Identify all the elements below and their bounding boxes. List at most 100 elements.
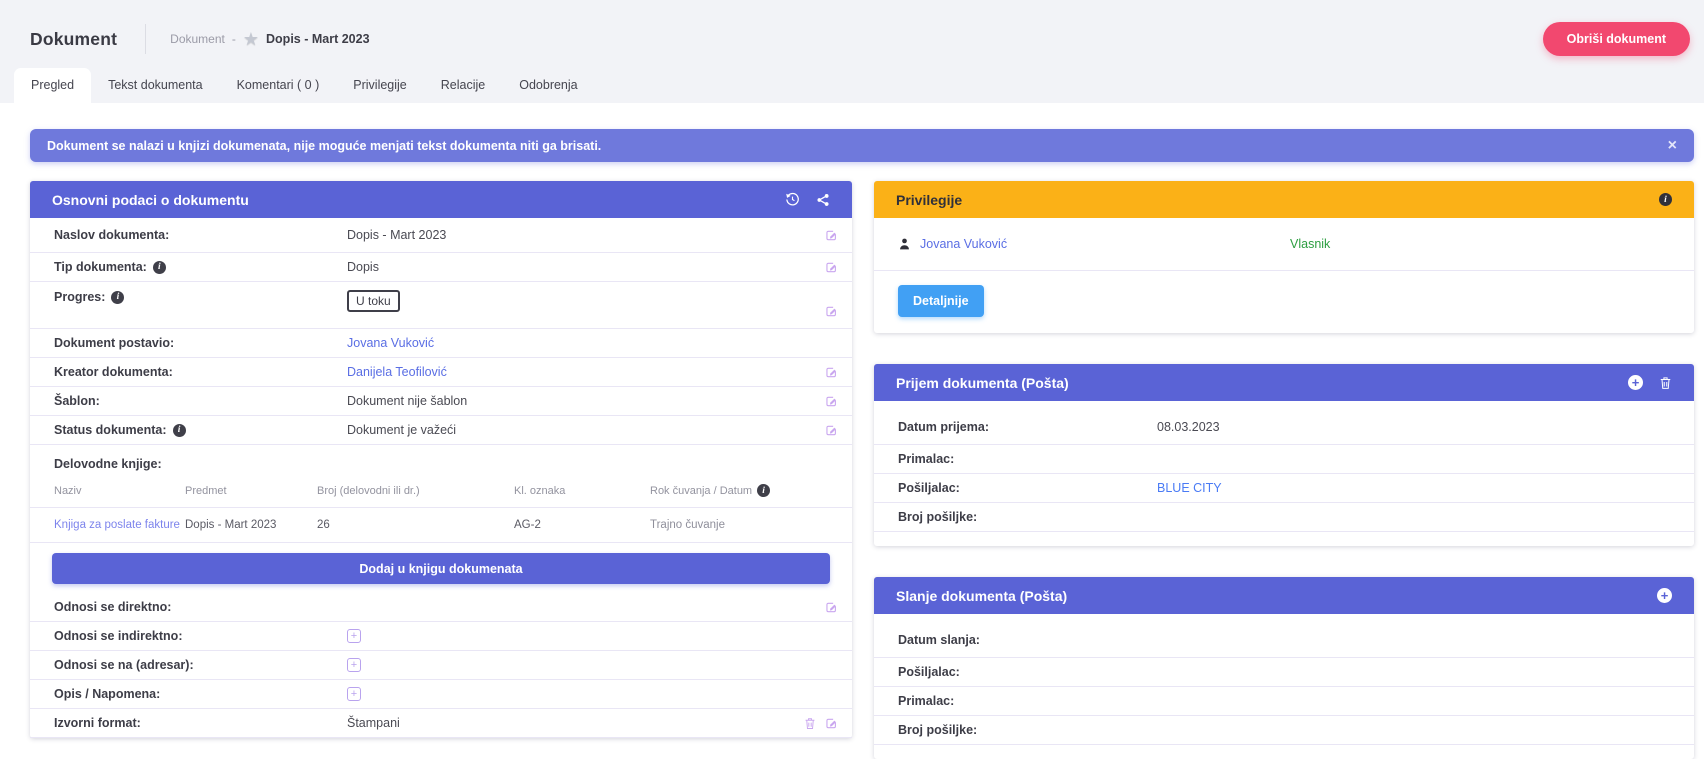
field-label: Odnosi se na (adresar):	[54, 658, 347, 672]
field-row-kreator: Kreator dokumenta: Danijela Teofilović	[30, 358, 852, 387]
field-row-adresar: Odnosi se na (adresar): +	[30, 651, 852, 680]
trash-icon[interactable]	[804, 717, 816, 730]
trash-icon[interactable]	[1659, 376, 1672, 390]
field-label: Status dokumenta:	[54, 423, 167, 437]
info-icon[interactable]: i	[1659, 193, 1672, 206]
add-plus-icon[interactable]: +	[347, 629, 361, 643]
privilege-user-link[interactable]: Jovana Vuković	[920, 237, 1007, 251]
field-value: Dopis - Mart 2023	[347, 228, 446, 242]
page-header: Dokument Dokument - ★ Dopis - Mart 2023 …	[0, 0, 1704, 103]
field-row-broj-posiljke: Broj pošiljke:	[874, 503, 1694, 532]
field-label: Progres:	[54, 290, 105, 304]
privileges-card-header: Privilegije i	[874, 181, 1694, 218]
tab-odobrenja[interactable]: Odobrenja	[502, 68, 594, 103]
user-link[interactable]: Jovana Vuković	[347, 336, 434, 350]
field-row-naslov: Naslov dokumenta: Dopis - Mart 2023	[30, 218, 852, 253]
ledger-col-kl-oznaka: Kl. oznaka	[514, 476, 650, 507]
delete-document-button[interactable]: Obriši dokument	[1543, 22, 1690, 56]
ledger-section-label: Delovodne knjige:	[30, 445, 852, 475]
user-link[interactable]: Danijela Teofilović	[347, 365, 447, 379]
field-row-izvorni: Izvorni format: Štampani	[30, 709, 852, 738]
header-divider	[145, 24, 146, 54]
history-icon[interactable]	[785, 192, 800, 207]
tab-komentari[interactable]: Komentari ( 0 )	[220, 68, 337, 103]
breadcrumb: Dokument - ★ Dopis - Mart 2023	[170, 30, 369, 48]
privilege-row: Jovana Vuković Vlasnik	[874, 218, 1694, 271]
field-row-progres: Progres: i U toku	[30, 282, 852, 329]
breadcrumb-root[interactable]: Dokument	[170, 32, 225, 46]
ledger-cell-predmet: Dopis - Mart 2023	[185, 508, 317, 542]
field-value: 08.03.2023	[1157, 420, 1220, 434]
sender-link[interactable]: BLUE CITY	[1157, 481, 1222, 495]
field-row-primalac: Primalac:	[874, 445, 1694, 474]
breadcrumb-separator: -	[232, 32, 236, 46]
privileges-card-title: Privilegije	[896, 192, 962, 208]
field-row-indirektno: Odnosi se indirektno: +	[30, 622, 852, 651]
info-icon[interactable]: i	[173, 424, 186, 437]
field-label: Pošiljalac:	[898, 665, 1157, 679]
field-label: Datum prijema:	[898, 420, 1157, 434]
info-icon[interactable]: i	[757, 484, 770, 497]
mail-receive-card: Prijem dokumenta (Pošta) + Datum prijema…	[874, 364, 1694, 546]
main-content: Dokument se nalazi u knjizi dokumenata, …	[0, 103, 1704, 731]
field-label: Odnosi se indirektno:	[54, 629, 347, 643]
tab-tekst-dokumenta[interactable]: Tekst dokumenta	[91, 68, 220, 103]
tab-pregled[interactable]: Pregled	[14, 68, 91, 103]
edit-icon[interactable]	[825, 305, 838, 323]
field-value: Dokument nije šablon	[347, 394, 467, 408]
ledger-col-predmet: Predmet	[185, 476, 317, 507]
tab-bar: Pregled Tekst dokumenta Komentari ( 0 ) …	[0, 68, 1704, 103]
field-value: Štampani	[347, 716, 400, 730]
mail-receive-card-title: Prijem dokumenta (Pošta)	[896, 375, 1069, 391]
field-value: Dokument je važeći	[347, 423, 456, 437]
ledger-cell-broj: 26	[317, 508, 514, 542]
document-basic-info-card: Osnovni podaci o dokumentu Naslov dokume…	[30, 181, 852, 738]
add-circle-icon[interactable]: +	[1657, 588, 1672, 603]
info-icon[interactable]: i	[153, 261, 166, 274]
right-column: Privilegije i Jovana Vuković Vlasnik Det…	[874, 181, 1694, 759]
favorite-star-icon[interactable]: ★	[243, 30, 259, 48]
ledger-table-header: Naziv Predmet Broj (delovodni ili dr.) K…	[30, 475, 852, 508]
details-button[interactable]: Detaljnije	[898, 285, 984, 317]
field-label: Datum slanja:	[898, 633, 1157, 647]
info-icon[interactable]: i	[111, 291, 124, 304]
share-icon[interactable]	[816, 193, 830, 207]
edit-icon[interactable]	[825, 366, 838, 379]
edit-icon[interactable]	[825, 424, 838, 437]
progress-chip: U toku	[347, 290, 400, 312]
page-title: Dokument	[30, 29, 117, 50]
field-row-posiljalac: Pošiljalac: BLUE CITY	[874, 474, 1694, 503]
edit-icon[interactable]	[825, 229, 838, 242]
field-label: Broj pošiljke:	[898, 510, 1157, 524]
edit-icon[interactable]	[825, 601, 838, 614]
tab-relacije[interactable]: Relacije	[424, 68, 502, 103]
add-plus-icon[interactable]: +	[347, 687, 361, 701]
ledger-col-broj: Broj (delovodni ili dr.)	[317, 476, 514, 507]
basic-info-card-header: Osnovni podaci o dokumentu	[30, 181, 852, 218]
field-row-posiljalac: Pošiljalac:	[874, 658, 1694, 687]
add-circle-icon[interactable]: +	[1628, 375, 1643, 390]
field-label: Opis / Napomena:	[54, 687, 347, 701]
edit-icon[interactable]	[825, 395, 838, 408]
basic-info-card-title: Osnovni podaci o dokumentu	[52, 192, 249, 208]
field-row-opis: Opis / Napomena: +	[30, 680, 852, 709]
add-plus-icon[interactable]: +	[347, 658, 361, 672]
field-row-tip: Tip dokumenta:i Dopis	[30, 253, 852, 282]
alert-text: Dokument se nalazi u knjizi dokumenata, …	[47, 139, 601, 153]
add-to-document-book-button[interactable]: Dodaj u knjigu dokumenata	[52, 553, 830, 584]
alert-close-icon[interactable]: ×	[1668, 138, 1677, 154]
person-icon	[898, 237, 911, 251]
breadcrumb-current: Dopis - Mart 2023	[266, 32, 370, 46]
field-label: Tip dokumenta:	[54, 260, 147, 274]
field-row-sablon: Šablon: Dokument nije šablon	[30, 387, 852, 416]
field-row-datum-prijema: Datum prijema: 08.03.2023	[874, 410, 1694, 445]
edit-icon[interactable]	[825, 717, 838, 730]
mail-send-card: Slanje dokumenta (Pošta) + Datum slanja:…	[874, 577, 1694, 759]
ledger-col-naziv: Naziv	[54, 476, 185, 507]
field-label: Kreator dokumenta:	[54, 365, 347, 379]
mail-send-card-header: Slanje dokumenta (Pošta) +	[874, 577, 1694, 614]
field-row-status: Status dokumenta: i Dokument je važeći	[30, 416, 852, 445]
tab-privilegije[interactable]: Privilegije	[336, 68, 424, 103]
edit-icon[interactable]	[825, 261, 838, 274]
ledger-book-link[interactable]: Knjiga za poslate fakture	[54, 519, 180, 531]
